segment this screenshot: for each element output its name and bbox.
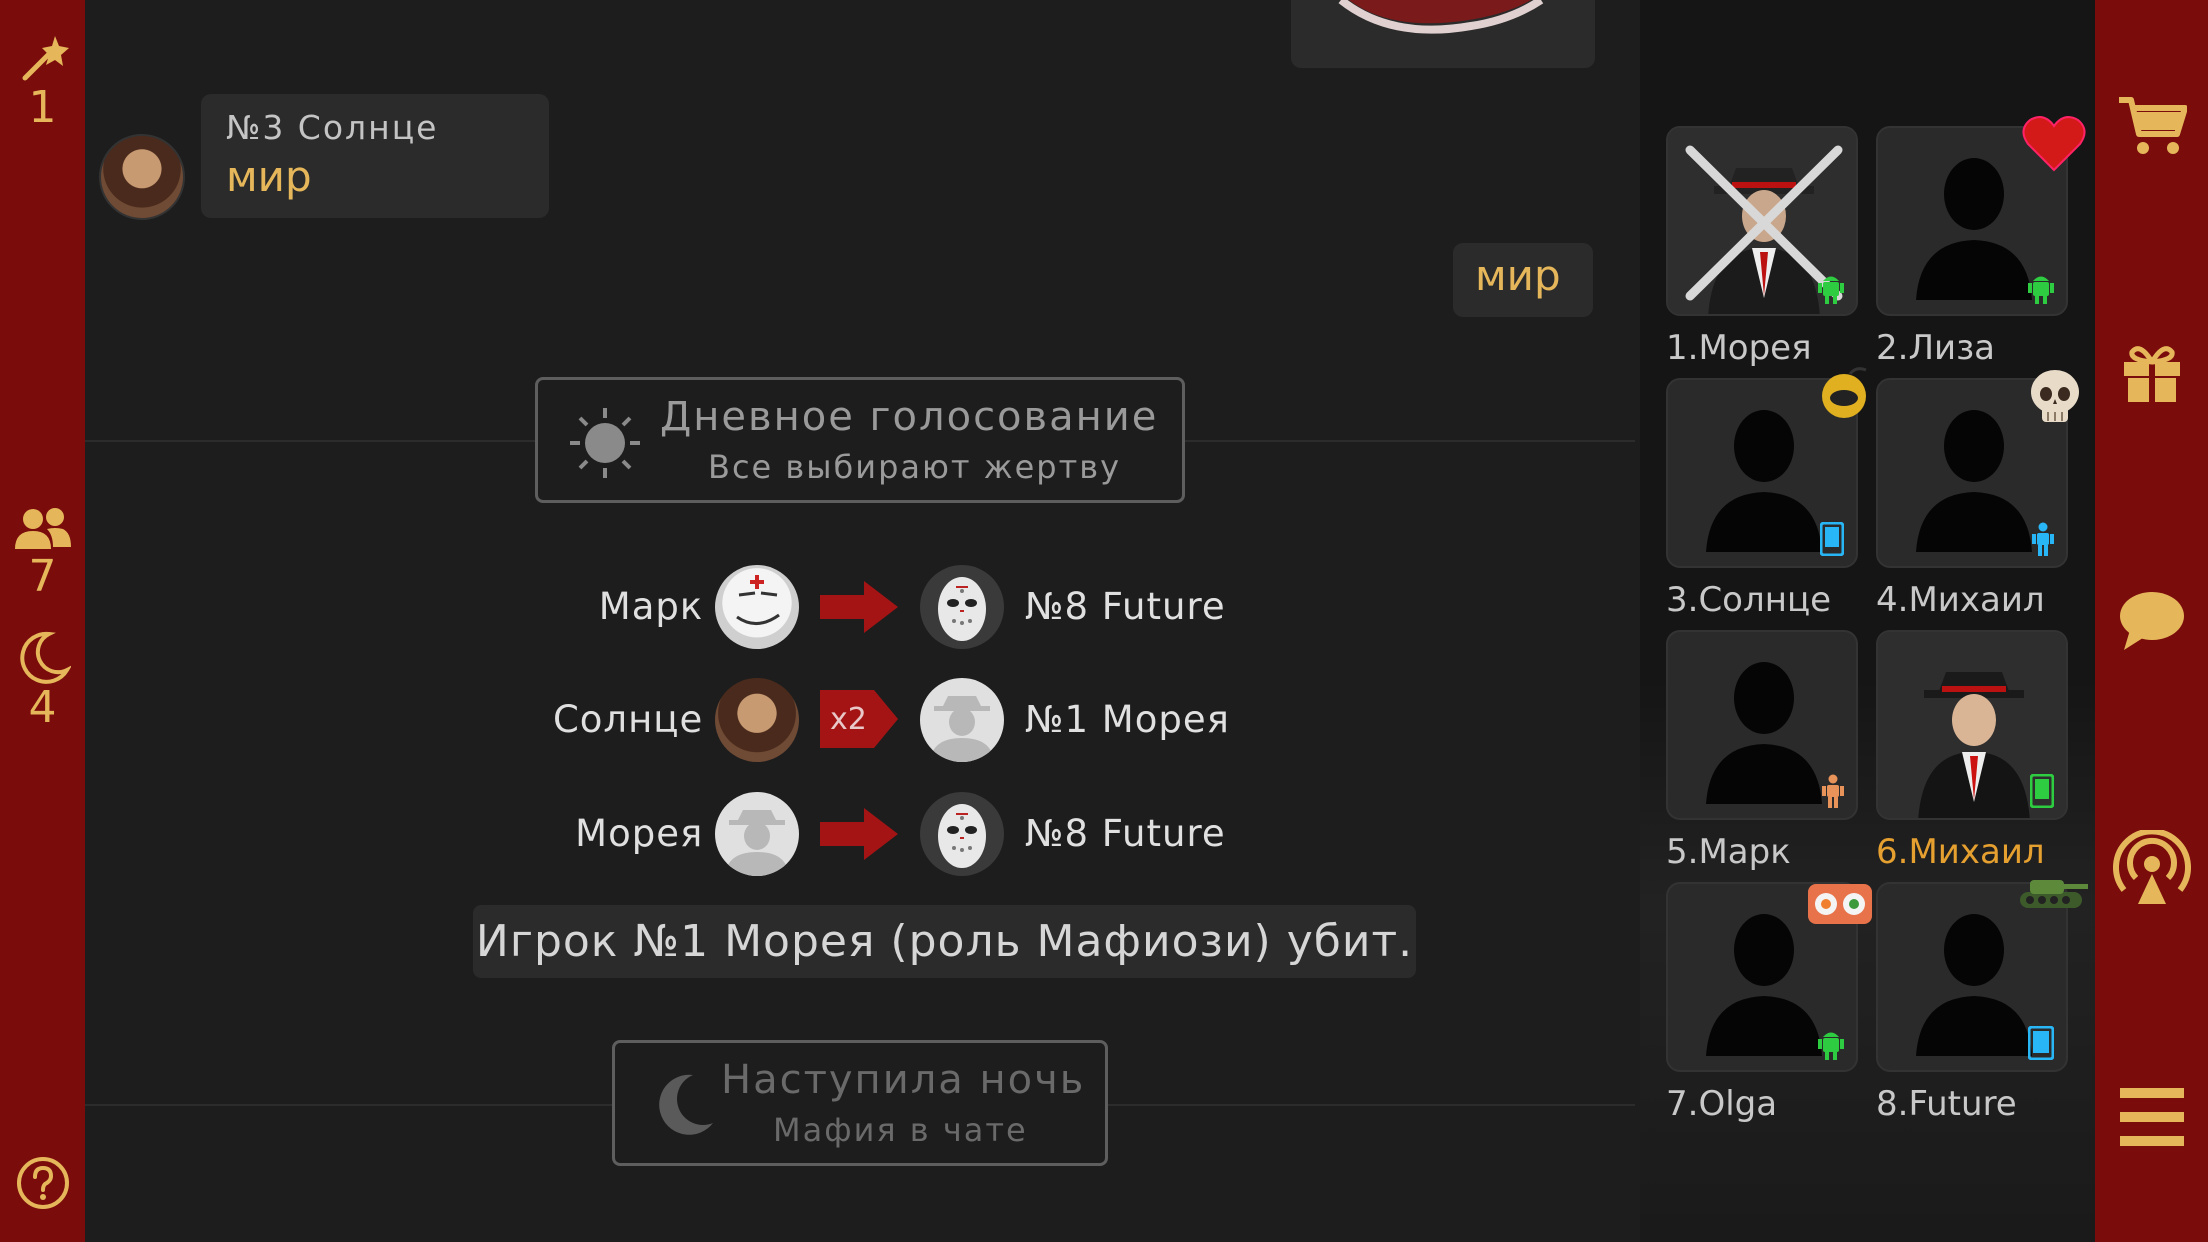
outgoing-message: мир [1453, 243, 1593, 317]
sticker-message [1291, 0, 1595, 68]
voter-avatar [715, 565, 799, 649]
cart-icon[interactable] [2117, 92, 2187, 158]
target-avatar [920, 792, 1004, 876]
player-card[interactable] [1666, 630, 1858, 820]
help-button[interactable] [0, 1155, 85, 1211]
users-icon [14, 508, 71, 549]
target-name: №1 Морея [1025, 698, 1230, 741]
heart-icon [2022, 116, 2086, 172]
phone-icon [1820, 522, 1844, 556]
meme-face-icon [736, 575, 780, 625]
sun-icon [570, 408, 640, 478]
chat-bubble-icon[interactable] [2118, 590, 2186, 652]
gift-icon[interactable] [2120, 340, 2184, 404]
message-text: мир [226, 152, 312, 201]
player-card[interactable] [1876, 630, 2068, 820]
vote-multiplier: x2 [820, 690, 898, 748]
vote-result: Игрок №1 Морея (роль Мафиози) убит. [473, 905, 1416, 978]
hockey-mask-icon [938, 804, 986, 868]
players-count: 7 [28, 551, 57, 602]
wand-counter[interactable]: 1 [0, 30, 85, 130]
moon-icon [659, 1074, 713, 1135]
player-name: 7.Olga [1666, 1084, 1778, 1124]
gangster-silhouette-icon [725, 810, 789, 876]
broadcast-icon[interactable] [2112, 830, 2192, 906]
event-title: Дневное голосование [660, 394, 1159, 440]
help-icon [16, 1157, 69, 1209]
wand-count: 1 [28, 82, 57, 133]
incoming-message: №3 Солнце мир [201, 94, 549, 218]
event-subtitle: Мафия в чате [773, 1111, 1028, 1149]
player-name: 8.Future [1876, 1084, 2017, 1124]
player-name: 5.Марк [1666, 832, 1791, 872]
chat-area[interactable]: №3 Солнце мир мир Дневное голосование Вс… [85, 0, 1640, 1242]
hockey-mask-icon [938, 577, 986, 641]
magic-wand-icon [22, 36, 69, 81]
tablet-icon [2028, 1026, 2054, 1060]
phone-icon [2030, 774, 2054, 808]
players-counter[interactable]: 7 [0, 505, 85, 599]
player-card[interactable] [1666, 126, 1858, 316]
target-avatar [920, 678, 1004, 762]
target-avatar [920, 565, 1004, 649]
vote-row: Марк №5 №8 Future [85, 563, 1485, 653]
night-count: 4 [28, 682, 57, 733]
person-icon [1822, 774, 1844, 808]
person-icon [2032, 522, 2054, 556]
target-name: №8 Future [1025, 585, 1226, 628]
right-rail [2095, 0, 2208, 1242]
player-name: 2.Лиза [1876, 328, 1996, 368]
game-screen: 1 7 4 №3 Солнце мир мир Дневное голосова… [0, 0, 2208, 1242]
message-author: №3 Солнце [226, 108, 439, 147]
player-name: 1.Морея [1666, 328, 1812, 368]
vote-row: Морея №1 №8 Future [85, 790, 1485, 880]
event-subtitle: Все выбирают жертву [708, 448, 1121, 486]
sushi-icon [1808, 884, 1872, 924]
vote-row: Солнце №3 x2 №1 Морея [85, 676, 1485, 766]
message-text: мир [1475, 251, 1561, 300]
menu-icon[interactable] [2119, 1088, 2184, 1146]
event-title: Наступила ночь [721, 1057, 1086, 1103]
night-counter[interactable]: 4 [0, 630, 85, 730]
tank-icon [2020, 880, 2088, 908]
gangster-silhouette-icon [930, 696, 994, 762]
voter-avatar [715, 678, 799, 762]
day-vote-event: Дневное голосование Все выбирают жертву [535, 377, 1185, 503]
vote-arrow-icon [820, 808, 898, 860]
night-event: Наступила ночь Мафия в чате [612, 1040, 1108, 1166]
sticker-image [1338, 0, 1544, 34]
bomb-icon [1822, 367, 1867, 418]
avatar[interactable] [99, 134, 185, 220]
player-name: 4.Михаил [1876, 580, 2045, 620]
players-panel: 1.Морея 2.Лиза 3.Солнце 4.Михаил 5.Марк [1640, 0, 2095, 1242]
multiplier-label: x2 [830, 702, 867, 737]
target-name: №8 Future [1025, 812, 1226, 855]
vote-arrow-icon [820, 581, 898, 633]
player-name: 3.Солнце [1666, 580, 1832, 620]
android-icon [1818, 276, 1844, 304]
android-icon [2028, 276, 2054, 304]
moon-icon [19, 631, 71, 684]
left-rail: 1 7 4 [0, 0, 85, 1242]
skull-icon [2031, 370, 2079, 422]
voter-avatar [715, 792, 799, 876]
android-icon [1818, 1032, 1844, 1060]
